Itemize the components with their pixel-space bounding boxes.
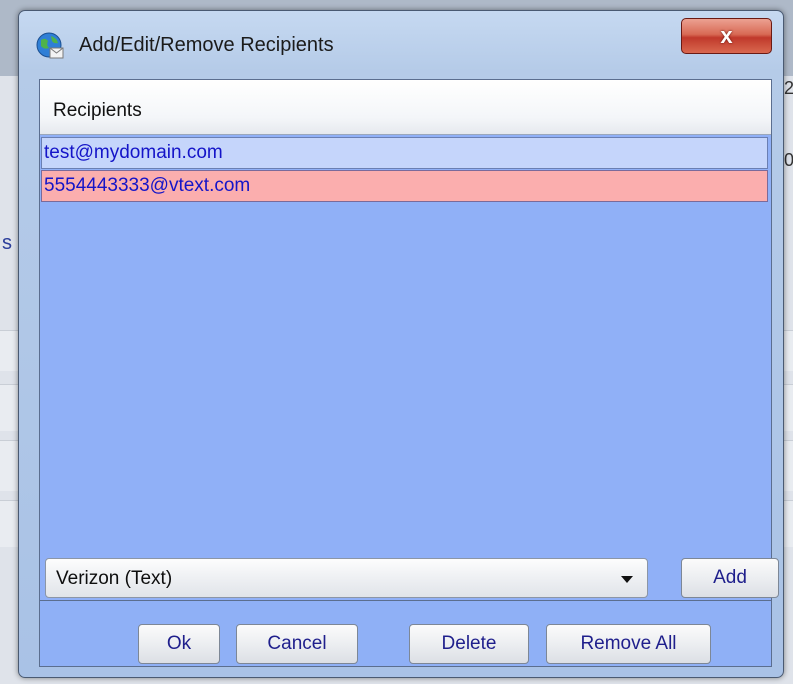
globe-mail-icon: [35, 31, 65, 61]
list-item[interactable]: test@mydomain.com: [41, 137, 768, 169]
recipients-list[interactable]: test@mydomain.com 5554443333@vtext.com: [40, 135, 771, 601]
close-icon: x: [720, 23, 733, 48]
carrier-select[interactable]: Verizon (Text): [45, 558, 648, 598]
close-button[interactable]: x: [681, 18, 772, 54]
background-fragment-char: 2: [784, 78, 793, 98]
ok-button[interactable]: Ok: [138, 624, 220, 664]
carrier-select-value: Verizon (Text): [56, 568, 173, 589]
cancel-button[interactable]: Cancel: [236, 624, 358, 664]
recipient-address: 5554443333@vtext.com: [44, 175, 251, 196]
recipients-dialog: Add/Edit/Remove Recipients x Recipients …: [18, 10, 784, 678]
list-item-selected[interactable]: 5554443333@vtext.com: [41, 170, 768, 202]
delete-button[interactable]: Delete: [409, 624, 529, 664]
remove-all-button[interactable]: Remove All: [546, 624, 711, 664]
recipients-column-header[interactable]: Recipients: [40, 80, 771, 135]
recipients-header-label: Recipients: [53, 100, 142, 121]
add-button[interactable]: Add: [681, 558, 779, 598]
recipient-address: test@mydomain.com: [44, 142, 223, 163]
dialog-title: Add/Edit/Remove Recipients: [79, 34, 334, 56]
background-fragment-char: 0: [784, 150, 793, 170]
background-fragment-text: s: [2, 232, 12, 254]
chevron-down-icon[interactable]: [621, 576, 633, 583]
